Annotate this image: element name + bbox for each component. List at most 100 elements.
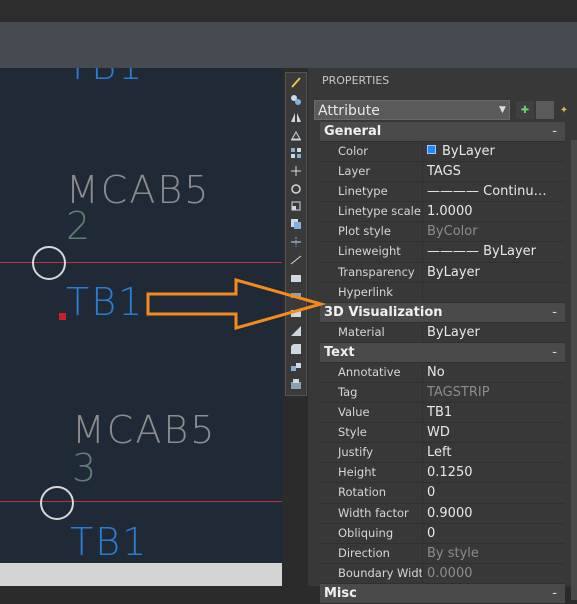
property-row[interactable]: Annotative No [320, 362, 565, 383]
property-value[interactable] [423, 283, 565, 302]
scale-icon[interactable] [286, 198, 306, 216]
palette-title: PROPERTIES [322, 74, 390, 87]
property-row[interactable]: Layer TAGS [320, 162, 565, 183]
property-label: Obliquing [320, 523, 423, 543]
property-value[interactable]: 0.9000 [423, 504, 565, 523]
wire-node-1[interactable] [32, 246, 66, 280]
pattern-icon[interactable] [286, 144, 306, 162]
insertion-point-marker [59, 313, 66, 320]
mirror-icon[interactable] [286, 109, 306, 127]
property-value[interactable]: TAGS [423, 162, 565, 181]
property-row[interactable]: Plot style ByColor [320, 222, 565, 243]
copy-icon[interactable] [286, 215, 306, 233]
property-value[interactable]: 1.0000 [423, 202, 565, 221]
property-row[interactable]: Transparency ByLayer [320, 262, 565, 283]
property-value[interactable]: TB1 [423, 403, 565, 422]
property-label: Style [320, 423, 423, 443]
select-objects-icon[interactable] [536, 101, 554, 119]
section-misc[interactable]: Misc - [320, 583, 565, 604]
property-sections: General - Color ByLayer Layer TAGS Linetype… [320, 122, 565, 604]
property-value[interactable]: Left [423, 443, 565, 462]
quick-select-icon[interactable]: ✦ [555, 101, 573, 119]
property-label: Lineweight [320, 242, 423, 262]
tb1-label-selected[interactable]: TB1 [66, 280, 144, 324]
property-label: Color [320, 142, 423, 162]
property-value[interactable]: ByColor [423, 222, 565, 241]
property-value[interactable]: WD [423, 423, 565, 442]
property-label: Justify [320, 443, 423, 463]
property-row[interactable]: Obliquing 0 [320, 523, 565, 544]
property-label: Layer [320, 162, 423, 182]
property-label: Annotative [320, 362, 423, 382]
properties-palette: PROPERTIES Attribute ▼ ✚ ✦ General - Colo… [308, 68, 577, 604]
property-row[interactable]: Boundary Width 0.0000 [320, 563, 565, 584]
property-row[interactable]: Direction By style [320, 543, 565, 564]
property-label: Boundary Width [320, 563, 423, 583]
property-row[interactable]: Hyperlink [320, 282, 565, 303]
tb1-label-bottom[interactable]: TB1 [70, 520, 148, 563]
chevron-down-icon[interactable]: ▼ [496, 100, 509, 120]
status-bar [0, 563, 308, 586]
array-icon[interactable] [286, 358, 306, 376]
property-row[interactable]: Tag TAGSTRIP [320, 382, 565, 404]
property-value[interactable]: ———— Continu… [423, 182, 565, 201]
section-general[interactable]: General - [320, 122, 565, 142]
property-label: Value [320, 403, 423, 423]
title-bar [0, 0, 577, 22]
property-row[interactable]: Color ByLayer [320, 142, 565, 163]
property-value[interactable]: 0.0000 [423, 564, 565, 583]
property-row[interactable]: Lineweight ———— ByLayer [320, 242, 565, 263]
toggle-pickadd-icon[interactable]: ✚ [516, 101, 534, 119]
property-value[interactable]: ———— ByLayer [423, 242, 565, 261]
object-type-selector[interactable]: Attribute [314, 100, 510, 120]
property-label: Height [320, 463, 423, 483]
color-swatch [427, 145, 436, 154]
property-value[interactable]: ByLayer [423, 323, 565, 342]
property-row[interactable]: Style WD [320, 423, 565, 444]
property-row[interactable]: Justify Left [320, 443, 565, 464]
property-label: Width factor [320, 503, 423, 523]
property-label: Hyperlink [320, 282, 423, 302]
section-text[interactable]: Text - [320, 342, 565, 363]
section-3d-visualization[interactable]: 3D Visualization - [320, 302, 565, 323]
property-value[interactable]: ByLayer [423, 142, 565, 161]
property-value[interactable]: 0 [423, 483, 565, 502]
property-row[interactable]: Linetype scale 1.0000 [320, 202, 565, 223]
property-row[interactable]: Value TB1 [320, 403, 565, 424]
property-label: Tag [320, 382, 423, 403]
ribbon [0, 22, 577, 68]
rotate-icon[interactable] [286, 180, 306, 198]
property-value[interactable]: TAGSTRIP [423, 383, 565, 402]
annotation-arrow [146, 278, 326, 330]
property-label: Material [320, 322, 423, 342]
property-value[interactable]: ByLayer [423, 263, 565, 282]
number-2-label[interactable]: 2 [66, 204, 92, 248]
stretch-icon[interactable] [286, 126, 306, 144]
property-label: Linetype [320, 182, 423, 202]
property-label: Rotation [320, 483, 423, 503]
trim-icon[interactable] [286, 233, 306, 251]
move-icon[interactable] [286, 162, 306, 180]
property-value[interactable]: No [423, 363, 565, 382]
property-value[interactable]: 0 [423, 524, 565, 543]
number-3-label[interactable]: 3 [72, 446, 98, 490]
property-row[interactable]: Height 0.1250 [320, 463, 565, 484]
explode-icon[interactable] [286, 340, 306, 358]
select-similar-icon[interactable] [286, 91, 306, 109]
property-row[interactable]: Width factor 0.9000 [320, 503, 565, 524]
property-row[interactable]: Linetype ———— Continu… [320, 182, 565, 203]
property-value[interactable]: 0.1250 [423, 463, 565, 482]
property-row[interactable]: Material ByLayer [320, 322, 565, 343]
property-value[interactable]: By style [423, 544, 565, 563]
property-row[interactable]: Rotation 0 [320, 483, 565, 504]
modify-toolbar [285, 72, 307, 396]
property-label: Transparency [320, 262, 423, 282]
group-icon[interactable] [286, 376, 306, 394]
palette-scrollbar[interactable] [571, 140, 577, 600]
property-label: Direction [320, 543, 423, 563]
property-label: Linetype scale [320, 202, 423, 222]
pen-icon[interactable] [286, 73, 306, 91]
wire-node-2[interactable] [40, 486, 74, 520]
extend-icon[interactable] [286, 251, 306, 269]
tb1-label-top[interactable]: TB1 [66, 68, 144, 88]
